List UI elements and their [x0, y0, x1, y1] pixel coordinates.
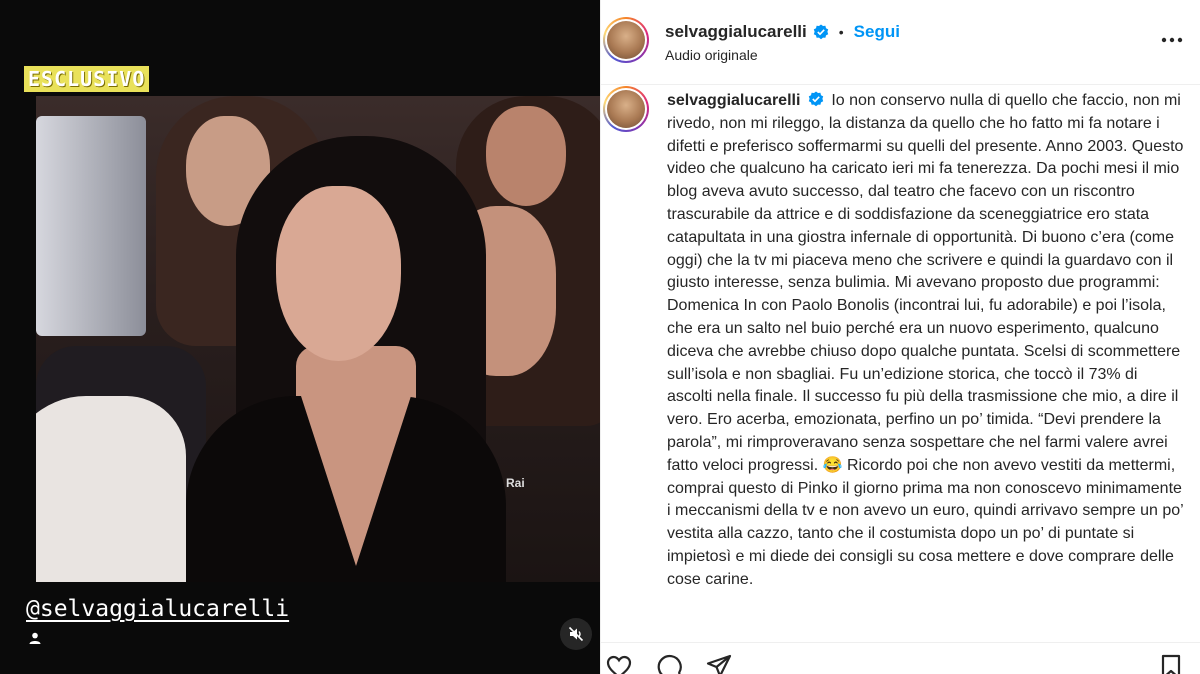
verified-badge-icon [808, 91, 824, 107]
dress-neckline [301, 396, 411, 566]
action-bar [601, 642, 1200, 674]
caption-avatar[interactable] [603, 86, 649, 132]
audio-label[interactable]: Audio originale [665, 47, 758, 63]
mute-toggle-button[interactable] [560, 618, 592, 650]
paper-plane-icon[interactable] [705, 653, 733, 674]
avatar[interactable] [603, 17, 649, 63]
video-story-panel[interactable]: ESCLUSIVO VO Rai @selvaggialucarelli [0, 0, 600, 674]
post-caption: selvaggialucarelli Io non conservo nulla… [667, 90, 1187, 630]
user-tag-icon[interactable] [29, 632, 41, 644]
muted-speaker-icon [568, 626, 584, 642]
video-frame[interactable]: VO Rai [36, 96, 600, 582]
header-username[interactable]: selvaggialucarelli [665, 22, 807, 42]
post-header: selvaggialucarelli • Segui Audio origina… [601, 0, 1200, 85]
background-panel [36, 116, 146, 336]
post-panel: selvaggialucarelli • Segui Audio origina… [600, 0, 1200, 674]
background-person-face [486, 106, 566, 206]
caption-fade [667, 600, 1187, 630]
separator-dot: • [838, 24, 844, 40]
exclusive-badge: ESCLUSIVO [24, 66, 150, 92]
heart-icon[interactable] [605, 653, 633, 674]
user-handle-sticker[interactable]: @selvaggialucarelli [26, 596, 289, 622]
more-options-icon[interactable] [1161, 36, 1183, 44]
bookmark-icon[interactable] [1157, 653, 1185, 674]
caption-username[interactable]: selvaggialucarelli [667, 92, 800, 109]
header-name-row: selvaggialucarelli • Segui [665, 22, 900, 42]
caption-text: Io non conservo nulla di quello che facc… [667, 92, 1184, 588]
foreground-white-coat [36, 396, 186, 582]
comment-icon[interactable] [655, 653, 683, 674]
main-person-face [276, 186, 401, 361]
verified-badge-icon [813, 24, 828, 40]
follow-button[interactable]: Segui [854, 22, 900, 42]
tv-channel-logo: Rai [506, 476, 525, 490]
